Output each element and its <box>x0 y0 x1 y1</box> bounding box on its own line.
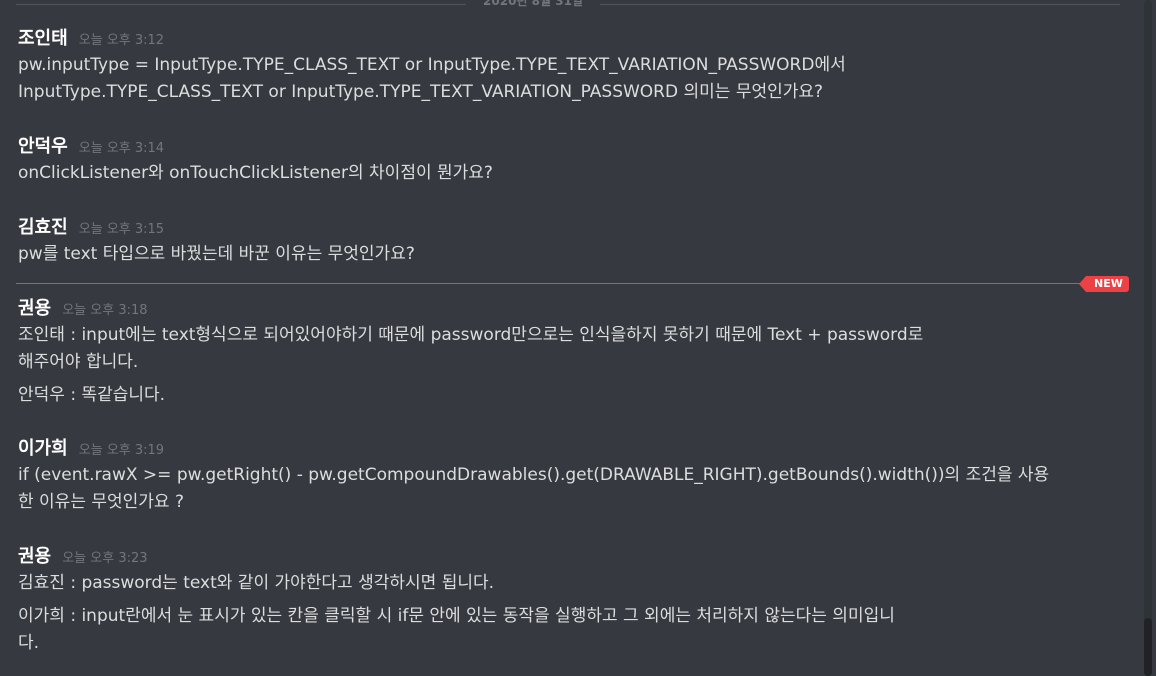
message-line: if (event.rawX >= pw.getRight() - pw.get… <box>18 465 1050 485</box>
message-header: 권용 오늘 오후 3:23 <box>18 546 1108 570</box>
chat-message-list: 2020년 8월 31일 조인태 오늘 오후 3:12 pw.inputType… <box>0 0 1140 676</box>
message-group: 김효진 오늘 오후 3:15 pw를 text 타입으로 바꿨는데 바꾼 이유는… <box>18 217 1108 268</box>
message-group: 안덕우 오늘 오후 3:14 onClickListener와 onTouchC… <box>18 136 1108 187</box>
message-line: pw를 text 타입으로 바꿨는데 바꾼 이유는 무엇인가요? <box>18 244 415 264</box>
date-divider: 2020년 8월 31일 <box>0 0 1120 8</box>
message-line: pw.inputType = InputType.TYPE_CLASS_TEXT… <box>18 55 846 75</box>
author-name[interactable]: 김효진 <box>18 217 68 238</box>
scrollbar-track[interactable] <box>1144 0 1152 676</box>
message-header: 조인태 오늘 오후 3:12 <box>18 28 1108 52</box>
message-line: onClickListener와 onTouchClickListener의 차… <box>18 163 493 183</box>
message-header: 김효진 오늘 오후 3:15 <box>18 217 1108 241</box>
scrollbar-thumb[interactable] <box>1144 618 1152 676</box>
message-group: 권용 오늘 오후 3:23 김효진 : password는 text와 같이 가… <box>18 546 1108 657</box>
message-line: 이가희 : input란에서 눈 표시가 있는 칸을 클릭할 시 if문 안에 … <box>18 606 895 626</box>
message-line: 해주어야 합니다. <box>18 352 139 372</box>
message-timestamp: 오늘 오후 3:19 <box>78 443 165 458</box>
message-timestamp: 오늘 오후 3:14 <box>78 141 165 156</box>
message-header: 이가희 오늘 오후 3:19 <box>18 438 1108 462</box>
author-name[interactable]: 권용 <box>18 546 51 567</box>
message-group: 이가희 오늘 오후 3:19 if (event.rawX >= pw.getR… <box>18 438 1108 516</box>
date-divider-label: 2020년 8월 31일 <box>483 0 583 8</box>
new-messages-badge: NEW <box>1079 276 1129 292</box>
message-line: 안덕우 : 똑같습니다. <box>18 385 166 405</box>
message-timestamp: 오늘 오후 3:15 <box>78 222 165 237</box>
message-line: InputType.TYPE_CLASS_TEXT or InputType.T… <box>18 82 824 102</box>
message-group: 조인태 오늘 오후 3:12 pw.inputType = InputType.… <box>18 28 1108 106</box>
date-divider-line-right <box>600 4 1120 5</box>
author-name[interactable]: 조인태 <box>18 28 68 49</box>
message-timestamp: 오늘 오후 3:23 <box>62 551 148 566</box>
message-line: 한 이유는 무엇인가요 ? <box>18 492 184 512</box>
new-messages-divider <box>16 283 1122 284</box>
message-line: 김효진 : password는 text와 같이 가야한다고 생각하시면 됩니다… <box>18 573 495 593</box>
author-name[interactable]: 안덕우 <box>18 136 68 157</box>
message-line: 조인태 : input에는 text형식으로 되어있어야하기 때문에 passw… <box>18 325 924 345</box>
message-timestamp: 오늘 오후 3:18 <box>62 303 148 318</box>
message-timestamp: 오늘 오후 3:12 <box>78 33 165 48</box>
date-divider-line-left <box>16 4 466 5</box>
message-header: 권용 오늘 오후 3:18 <box>18 298 1108 322</box>
author-name[interactable]: 이가희 <box>18 438 68 459</box>
message-line: 다. <box>18 633 40 653</box>
message-header: 안덕우 오늘 오후 3:14 <box>18 136 1108 160</box>
author-name[interactable]: 권용 <box>18 298 51 319</box>
message-group: 권용 오늘 오후 3:18 조인태 : input에는 text형식으로 되어있… <box>18 298 1108 409</box>
